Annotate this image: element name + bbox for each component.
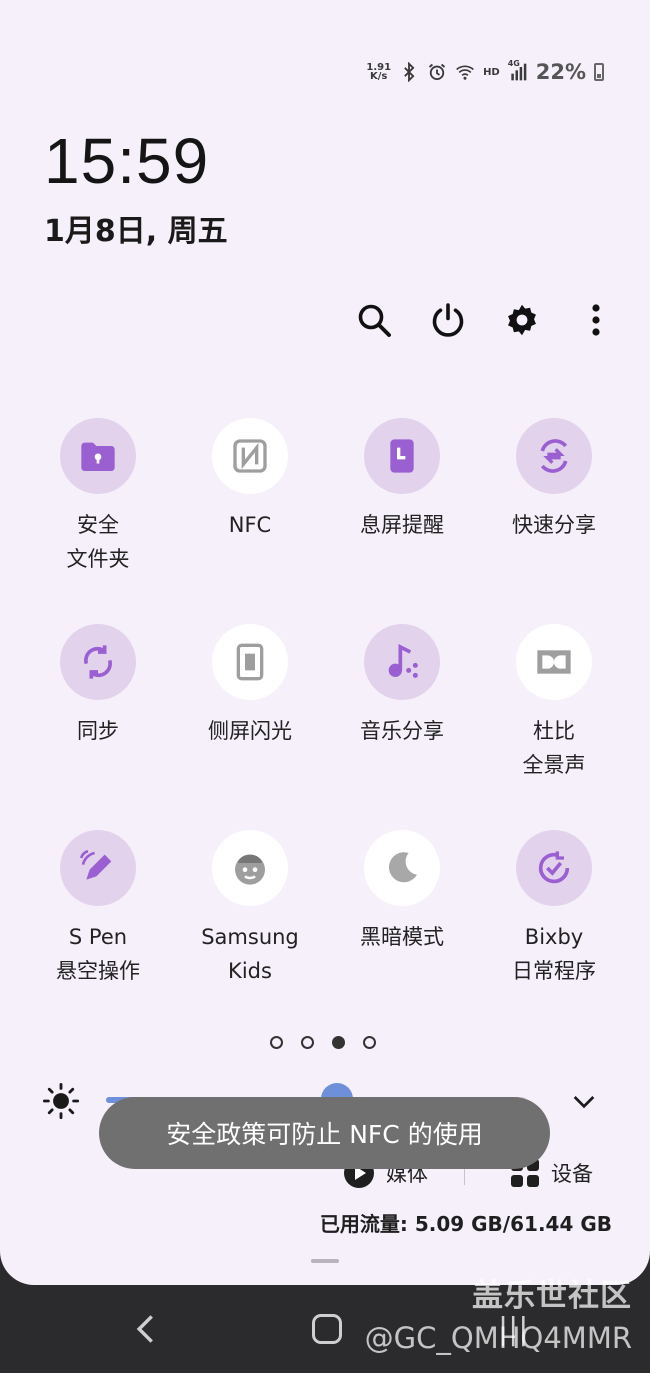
- tile-circle[interactable]: [516, 830, 592, 906]
- tile-circle[interactable]: [60, 624, 136, 700]
- tile-secure-folder[interactable]: 安全 文件夹: [22, 418, 174, 576]
- tile-circle[interactable]: [516, 624, 592, 700]
- tile-label: 同步: [77, 719, 119, 743]
- secure-folder-icon: [81, 442, 115, 471]
- tile-label: 安全 文件夹: [66, 513, 130, 571]
- tile-circle[interactable]: [212, 830, 288, 906]
- watermark: 盖乐世社区 @GC_QMHQ4MMR: [365, 1270, 632, 1355]
- tile-label: 黑暗模式: [360, 925, 444, 949]
- tile-label: 侧屏闪光: [208, 719, 292, 743]
- panel-drag-handle[interactable]: [311, 1259, 339, 1263]
- spen-air-icon: [80, 850, 112, 880]
- page-dot[interactable]: [301, 1036, 314, 1049]
- settings-button[interactable]: [504, 296, 540, 344]
- tile-label: 音乐分享: [360, 719, 444, 743]
- toast-message: 安全政策可防止 NFC 的使用: [99, 1097, 550, 1169]
- quick-panel: 1.91 K/s HD 4G 22% 15:59 1月8日, 周五 安全 文件夹…: [0, 0, 650, 1285]
- tile-dolby-atmos[interactable]: 杜比 全景声: [478, 624, 630, 782]
- tile-circle[interactable]: [60, 830, 136, 906]
- tile-quick-share[interactable]: 快速分享: [478, 418, 630, 542]
- tile-circle[interactable]: [364, 624, 440, 700]
- tile-circle[interactable]: [364, 418, 440, 494]
- watermark-user: @GC_QMHQ4MMR: [364, 1321, 632, 1355]
- tile-circle[interactable]: [212, 418, 288, 494]
- nfc-icon: [233, 439, 267, 473]
- quick-share-icon: [540, 439, 568, 473]
- data-usage-text: 已用流量: 5.09 GB/61.44 GB: [319, 1212, 612, 1236]
- search-icon: [358, 304, 391, 337]
- tile-dark-mode[interactable]: 黑暗模式: [326, 830, 478, 954]
- power-button[interactable]: [430, 296, 466, 344]
- dark-mode-icon: [388, 852, 417, 883]
- tile-circle[interactable]: [212, 624, 288, 700]
- watermark-title: 盖乐世社区: [472, 1278, 632, 1314]
- bixby-routines-icon: [538, 851, 570, 884]
- page-indicator: [270, 1036, 376, 1049]
- tile-bixby-routines[interactable]: Bixby 日常程序: [478, 830, 630, 988]
- wifi-icon: [455, 62, 475, 82]
- edge-lighting-icon: [236, 643, 264, 681]
- chevron-down-icon[interactable]: [568, 1085, 600, 1117]
- dolby-atmos-icon: [537, 650, 571, 674]
- toast-text: 安全政策可防止 NFC 的使用: [166, 1120, 483, 1149]
- sync-icon: [84, 645, 112, 679]
- page-dot[interactable]: [270, 1036, 283, 1049]
- clock-time[interactable]: 15:59: [44, 124, 209, 198]
- page-dot-current[interactable]: [332, 1036, 345, 1049]
- tile-circle[interactable]: [60, 418, 136, 494]
- bluetooth-icon: [399, 62, 419, 82]
- search-button[interactable]: [356, 296, 392, 344]
- tile-label: NFC: [228, 513, 272, 537]
- tile-sync[interactable]: 同步: [22, 624, 174, 748]
- tile-circle[interactable]: [516, 418, 592, 494]
- tile-edge-lighting[interactable]: 侧屏闪光: [174, 624, 326, 748]
- brightness-icon: [42, 1082, 80, 1120]
- tile-nfc[interactable]: NFC: [174, 418, 326, 542]
- more-options-button[interactable]: [578, 296, 614, 344]
- page-dot[interactable]: [363, 1036, 376, 1049]
- clock-date[interactable]: 1月8日, 周五: [44, 206, 228, 250]
- back-icon[interactable]: [132, 1313, 160, 1345]
- tile-always-on-display[interactable]: 息屏提醒: [326, 418, 478, 542]
- music-share-icon: [388, 644, 418, 678]
- network-speed: 1.91 K/s: [366, 62, 392, 82]
- battery-percent: 22%: [535, 60, 586, 84]
- tile-circle[interactable]: [364, 830, 440, 906]
- tile-label: Samsung Kids: [201, 925, 299, 983]
- more-icon: [592, 304, 600, 336]
- samsung-kids-icon: [235, 854, 265, 885]
- tile-label: 杜比 全景声: [522, 719, 586, 777]
- tile-samsung-kids[interactable]: Samsung Kids: [174, 830, 326, 988]
- devices-label: 设备: [551, 1162, 593, 1186]
- battery-icon: [594, 63, 604, 81]
- panel-toolbar: [356, 296, 614, 344]
- tile-label: 快速分享: [512, 513, 596, 537]
- tile-spen-air[interactable]: S Pen 悬空操作: [22, 830, 174, 988]
- signal-icon: 4G: [508, 59, 528, 82]
- tile-label: 息屏提醒: [360, 513, 444, 537]
- always-on-display-icon: [390, 439, 414, 473]
- tile-music-share[interactable]: 音乐分享: [326, 624, 478, 748]
- settings-icon: [508, 304, 536, 336]
- status-bar: 1.91 K/s HD 4G 22%: [366, 58, 604, 86]
- power-icon: [432, 303, 464, 337]
- home-button[interactable]: [312, 1314, 342, 1344]
- tile-label: S Pen 悬空操作: [56, 925, 140, 983]
- alarm-icon: [427, 62, 447, 82]
- hd-indicator: HD: [483, 66, 500, 78]
- tile-label: Bixby 日常程序: [512, 925, 596, 983]
